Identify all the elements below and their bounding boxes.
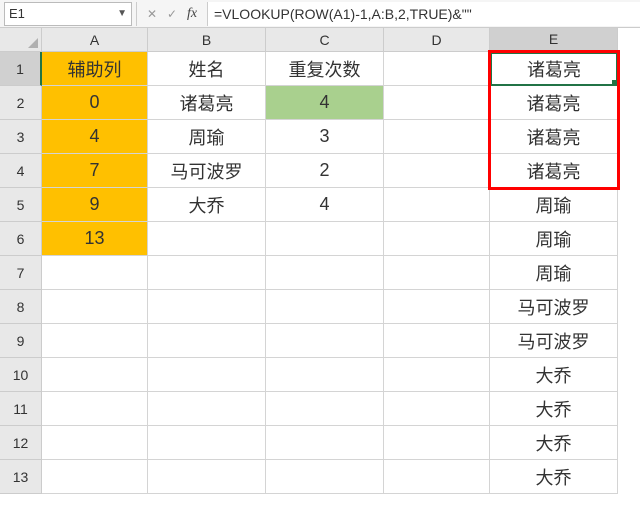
col-header-D[interactable]: D [384, 28, 490, 52]
cell-E11[interactable]: 大乔 [490, 392, 618, 426]
cell-A8[interactable] [42, 290, 148, 324]
cell-D11[interactable] [384, 392, 490, 426]
cell-D12[interactable] [384, 426, 490, 460]
cell-D13[interactable] [384, 460, 490, 494]
cell-D9[interactable] [384, 324, 490, 358]
cell-A12[interactable] [42, 426, 148, 460]
cell-A9[interactable] [42, 324, 148, 358]
cell-B11[interactable] [148, 392, 266, 426]
cell-C11[interactable] [266, 392, 384, 426]
cell-E3[interactable]: 诸葛亮 [490, 120, 618, 154]
cell-B1[interactable]: 姓名 [148, 52, 266, 86]
fx-icon[interactable]: fx [183, 5, 201, 23]
cell-E9[interactable]: 马可波罗 [490, 324, 618, 358]
cell-B6[interactable] [148, 222, 266, 256]
cell-A3[interactable]: 4 [42, 120, 148, 154]
formula-icons: ✕ ✓ fx [136, 2, 208, 26]
cell-B5[interactable]: 大乔 [148, 188, 266, 222]
cell-D5[interactable] [384, 188, 490, 222]
select-all-corner[interactable] [0, 28, 42, 52]
cell-C3[interactable]: 3 [266, 120, 384, 154]
cell-B9[interactable] [148, 324, 266, 358]
cell-C13[interactable] [266, 460, 384, 494]
cell-E4[interactable]: 诸葛亮 [490, 154, 618, 188]
cell-D6[interactable] [384, 222, 490, 256]
cell-E1[interactable]: 诸葛亮 [490, 52, 618, 86]
cell-C10[interactable] [266, 358, 384, 392]
col-header-C[interactable]: C [266, 28, 384, 52]
row-header-10[interactable]: 10 [0, 358, 42, 392]
cell-D8[interactable] [384, 290, 490, 324]
cell-E13[interactable]: 大乔 [490, 460, 618, 494]
chevron-down-icon[interactable]: ▼ [117, 8, 127, 19]
col-header-A[interactable]: A [42, 28, 148, 52]
row-header-2[interactable]: 2 [0, 86, 42, 120]
cell-C1[interactable]: 重复次数 [266, 52, 384, 86]
row-header-3[interactable]: 3 [0, 120, 42, 154]
cell-E7[interactable]: 周瑜 [490, 256, 618, 290]
cell-A6[interactable]: 13 [42, 222, 148, 256]
row-header-7[interactable]: 7 [0, 256, 42, 290]
formula-input[interactable]: =VLOOKUP(ROW(A1)-1,A:B,2,TRUE)&"" [208, 2, 640, 26]
name-box-value: E1 [9, 6, 25, 21]
row-header-8[interactable]: 8 [0, 290, 42, 324]
name-box[interactable]: E1 ▼ [4, 2, 132, 26]
row-header-4[interactable]: 4 [0, 154, 42, 188]
formula-bar: E1 ▼ ✕ ✓ fx =VLOOKUP(ROW(A1)-1,A:B,2,TRU… [0, 0, 640, 28]
cell-E12[interactable]: 大乔 [490, 426, 618, 460]
cell-E8[interactable]: 马可波罗 [490, 290, 618, 324]
row-header-5[interactable]: 5 [0, 188, 42, 222]
cell-B2[interactable]: 诸葛亮 [148, 86, 266, 120]
cell-B3[interactable]: 周瑜 [148, 120, 266, 154]
spreadsheet-grid: A B C D E 1 辅助列 姓名 重复次数 诸葛亮 2 0 诸葛亮 4 诸葛… [0, 28, 640, 494]
cell-A13[interactable] [42, 460, 148, 494]
cell-D3[interactable] [384, 120, 490, 154]
cell-E5[interactable]: 周瑜 [490, 188, 618, 222]
cell-D2[interactable] [384, 86, 490, 120]
cell-E10[interactable]: 大乔 [490, 358, 618, 392]
cell-D10[interactable] [384, 358, 490, 392]
cell-A1[interactable]: 辅助列 [42, 52, 148, 86]
cell-D4[interactable] [384, 154, 490, 188]
cell-B8[interactable] [148, 290, 266, 324]
cell-E6[interactable]: 周瑜 [490, 222, 618, 256]
cell-C8[interactable] [266, 290, 384, 324]
cancel-icon[interactable]: ✕ [143, 5, 161, 23]
row-header-11[interactable]: 11 [0, 392, 42, 426]
row-header-9[interactable]: 9 [0, 324, 42, 358]
row-header-13[interactable]: 13 [0, 460, 42, 494]
cell-E2[interactable]: 诸葛亮 [490, 86, 618, 120]
cell-A4[interactable]: 7 [42, 154, 148, 188]
col-header-E[interactable]: E [490, 28, 618, 52]
row-header-6[interactable]: 6 [0, 222, 42, 256]
row-header-12[interactable]: 12 [0, 426, 42, 460]
cell-C7[interactable] [266, 256, 384, 290]
cell-C2[interactable]: 4 [266, 86, 384, 120]
cell-A10[interactable] [42, 358, 148, 392]
cell-B13[interactable] [148, 460, 266, 494]
cell-C6[interactable] [266, 222, 384, 256]
cell-B12[interactable] [148, 426, 266, 460]
cell-D1[interactable] [384, 52, 490, 86]
column-headers: A B C D E [42, 28, 640, 52]
row-header-1[interactable]: 1 [0, 52, 42, 86]
cell-C4[interactable]: 2 [266, 154, 384, 188]
cell-A5[interactable]: 9 [42, 188, 148, 222]
cell-A11[interactable] [42, 392, 148, 426]
col-header-B[interactable]: B [148, 28, 266, 52]
rows-container: 1 辅助列 姓名 重复次数 诸葛亮 2 0 诸葛亮 4 诸葛亮 3 4 周瑜 3… [0, 52, 640, 494]
cell-D7[interactable] [384, 256, 490, 290]
cell-B10[interactable] [148, 358, 266, 392]
cell-C12[interactable] [266, 426, 384, 460]
check-icon[interactable]: ✓ [163, 5, 181, 23]
cell-B7[interactable] [148, 256, 266, 290]
cell-C5[interactable]: 4 [266, 188, 384, 222]
cell-A2[interactable]: 0 [42, 86, 148, 120]
cell-C9[interactable] [266, 324, 384, 358]
cell-B4[interactable]: 马可波罗 [148, 154, 266, 188]
cell-A7[interactable] [42, 256, 148, 290]
